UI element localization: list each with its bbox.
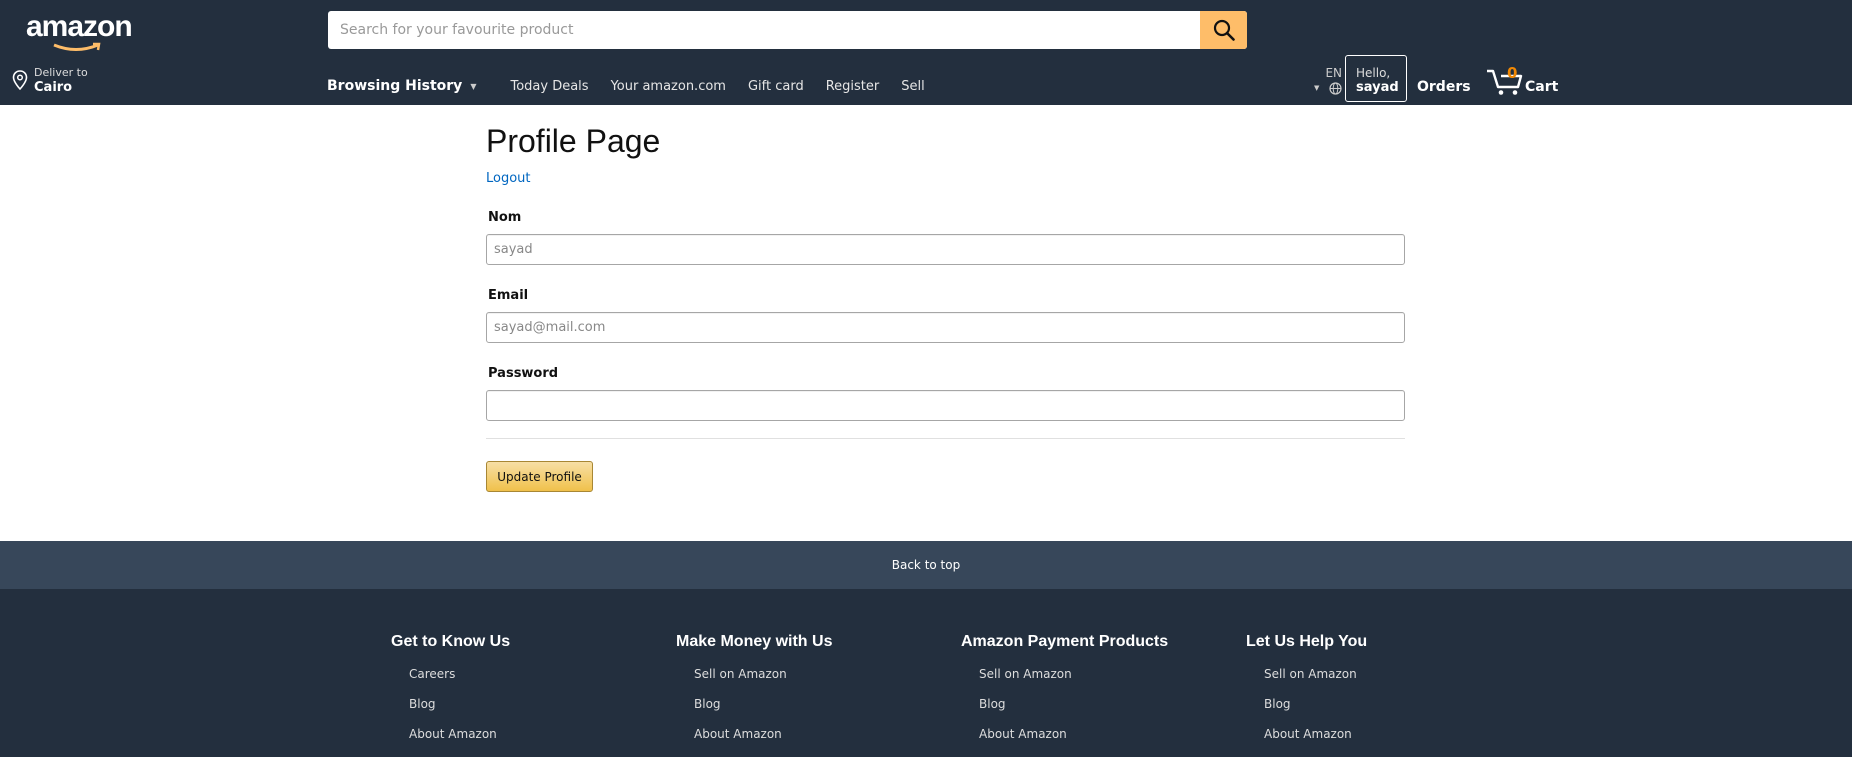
footer-column-title: Get to Know Us [391,633,511,650]
top-navbar: amazon Deliver to Cairo Browsing History… [0,0,1852,105]
page-title: Profile Page [486,123,661,159]
search-bar [328,11,1247,49]
amazon-logo[interactable]: amazon [26,10,133,51]
nav-your-amazon[interactable]: Your amazon.com [611,79,726,94]
secondary-nav: Browsing History ▼ Today Deals Your amaz… [327,74,947,98]
deliver-to[interactable]: Deliver to Cairo [10,66,130,96]
deliver-city: Cairo [34,80,73,95]
footer-link[interactable]: About Amazon [409,727,651,757]
search-input[interactable] [328,11,1198,49]
cart-count: 0 [1507,64,1518,82]
browsing-history-menu[interactable]: Browsing History ▼ [327,78,476,94]
location-pin-icon [12,70,28,90]
account-menu[interactable]: Hello, sayad [1345,55,1407,102]
password-field[interactable] [486,390,1405,421]
chevron-down-icon: ▼ [470,81,477,91]
footer-column-title: Amazon Payment Products [961,633,1169,650]
footer-column-title: Let Us Help You [1246,633,1368,650]
back-to-top-button[interactable]: Back to top [0,541,1852,589]
footer-link[interactable]: Careers [409,667,651,697]
footer-column-get-to-know-us: Get to Know Us Careers Blog About Amazon [391,633,651,757]
email-label: Email [488,288,529,303]
footer-link[interactable]: About Amazon [1264,727,1506,757]
back-to-top-label: Back to top [891,558,961,572]
footer-link[interactable]: Sell on Amazon [1264,667,1506,697]
nav-gift-card[interactable]: Gift card [748,79,804,94]
form-divider [486,438,1405,439]
cart-icon [1487,69,1523,95]
footer-link[interactable]: About Amazon [694,727,936,757]
name-field[interactable] [486,234,1405,265]
footer-link[interactable]: Sell on Amazon [979,667,1221,697]
footer-column-help: Let Us Help You Sell on Amazon Blog Abou… [1246,633,1506,757]
account-name: sayad [1356,80,1399,95]
email-field[interactable] [486,312,1405,343]
footer-column-title: Make Money with Us [676,633,833,650]
footer-column-make-money: Make Money with Us Sell on Amazon Blog A… [676,633,936,757]
footer-link[interactable]: Blog [409,697,651,727]
nav-register[interactable]: Register [826,79,880,94]
orders-link[interactable]: Orders [1417,79,1471,95]
cart-label: Cart [1525,79,1559,95]
footer-link[interactable]: Blog [694,697,936,727]
globe-icon [1329,82,1342,95]
search-icon [1213,19,1235,41]
logout-link[interactable]: Logout [486,171,531,186]
footer-link[interactable]: About Amazon [979,727,1221,757]
deliver-label: Deliver to [34,66,88,79]
smile-arrow-icon [53,42,101,51]
search-button[interactable] [1200,11,1247,49]
update-profile-button[interactable]: Update Profile [486,461,593,492]
language-code: EN [1325,66,1342,80]
footer-column-payment-products: Amazon Payment Products Sell on Amazon B… [961,633,1221,757]
footer-link[interactable]: Blog [979,697,1221,727]
nav-today-deals[interactable]: Today Deals [510,79,588,94]
footer-link[interactable]: Blog [1264,697,1506,727]
password-label: Password [488,366,559,381]
account-greeting: Hello, [1356,66,1391,80]
footer: Get to Know Us Careers Blog About Amazon… [0,589,1852,757]
browsing-history-label: Browsing History [327,78,463,94]
language-selector[interactable]: EN ▼ [1312,64,1342,98]
nav-sell[interactable]: Sell [901,79,924,94]
name-label: Nom [488,210,522,225]
logo-text: amazon [26,10,133,43]
footer-link[interactable]: Sell on Amazon [694,667,936,697]
chevron-down-icon: ▼ [1314,84,1320,92]
cart-button[interactable]: 0 Cart [1486,62,1566,100]
